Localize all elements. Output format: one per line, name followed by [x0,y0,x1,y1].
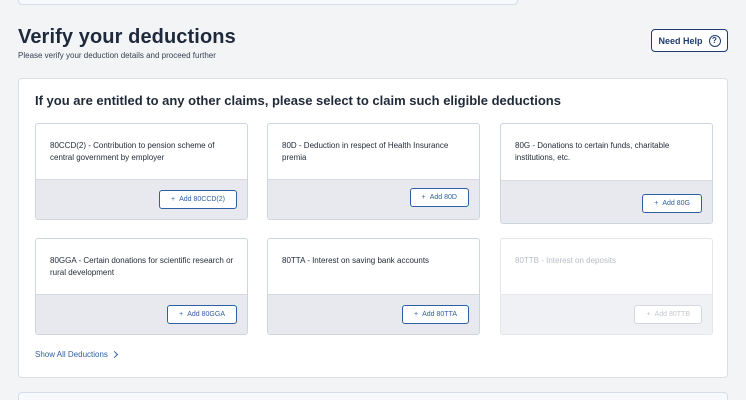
deduction-description: 80G - Donations to certain funds, charit… [515,141,670,162]
previous-section-panel [18,0,518,5]
deduction-card-80tta: 80TTA - Interest on saving bank accounts… [267,238,480,335]
add-button-label: Add 80TTB [654,311,690,318]
plus-icon: + [654,200,659,207]
add-button-label: Add 80D [429,194,457,201]
card-footer: + Add 80TTB [501,294,712,334]
deduction-description: 80TTA - Interest on saving bank accounts [282,256,430,265]
need-help-button[interactable]: Need Help ? [651,29,728,52]
add-80ccd2-button[interactable]: + Add 80CCD(2) [158,190,237,209]
deduction-card-80ttb: 80TTB - Interest on deposits + Add 80TTB [500,238,713,335]
add-button-label: Add 80CCD(2) [179,196,225,203]
card-footer: + Add 80TTA [268,294,479,334]
add-button-label: Add 80G [662,200,690,207]
show-all-label: Show All Deductions [35,350,108,359]
plus-icon: + [646,311,651,318]
deduction-card-80d: 80D - Deduction in respect of Health Ins… [267,123,480,220]
add-80g-button[interactable]: + Add 80G [642,194,702,213]
deduction-description: 80GGA - Certain donations for scientific… [50,256,234,277]
deduction-card-80ccd2: 80CCD(2) - Contribution to pension schem… [35,123,248,220]
deduction-card-80g: 80G - Donations to certain funds, charit… [500,123,713,224]
page-title: Verify your deductions [18,26,236,48]
plus-icon: + [414,311,419,318]
card-footer: + Add 80CCD(2) [36,179,247,219]
panel-heading: If you are entitled to any other claims,… [35,93,561,108]
show-all-deductions-link[interactable]: Show All Deductions [35,350,118,359]
add-button-label: Add 80GGA [187,311,225,318]
add-80tta-button[interactable]: + Add 80TTA [402,305,469,324]
plus-icon: + [170,196,176,203]
chevron-right-icon [110,350,118,359]
page-subtitle: Please verify your deduction details and… [18,51,216,60]
plus-icon: + [179,311,184,318]
add-button-label: Add 80TTA [422,311,457,318]
deduction-card-80gga: 80GGA - Certain donations for scientific… [35,238,248,335]
add-80d-button[interactable]: + Add 80D [409,188,469,207]
question-circle-icon: ? [708,34,721,47]
add-80gga-button[interactable]: + Add 80GGA [167,305,237,324]
deduction-description: 80CCD(2) - Contribution to pension schem… [50,141,215,162]
need-help-label: Need Help [658,35,703,46]
plus-icon: + [421,194,426,201]
next-section-panel [18,392,728,400]
deduction-description: 80TTB - Interest on deposits [515,256,616,265]
deduction-description: 80D - Deduction in respect of Health Ins… [282,141,449,162]
other-deductions-panel: If you are entitled to any other claims,… [18,78,728,378]
card-footer: + Add 80GGA [36,294,247,334]
card-footer: + Add 80G [501,180,712,223]
card-footer: + Add 80D [268,179,479,219]
add-80ttb-button: + Add 80TTB [634,305,702,324]
